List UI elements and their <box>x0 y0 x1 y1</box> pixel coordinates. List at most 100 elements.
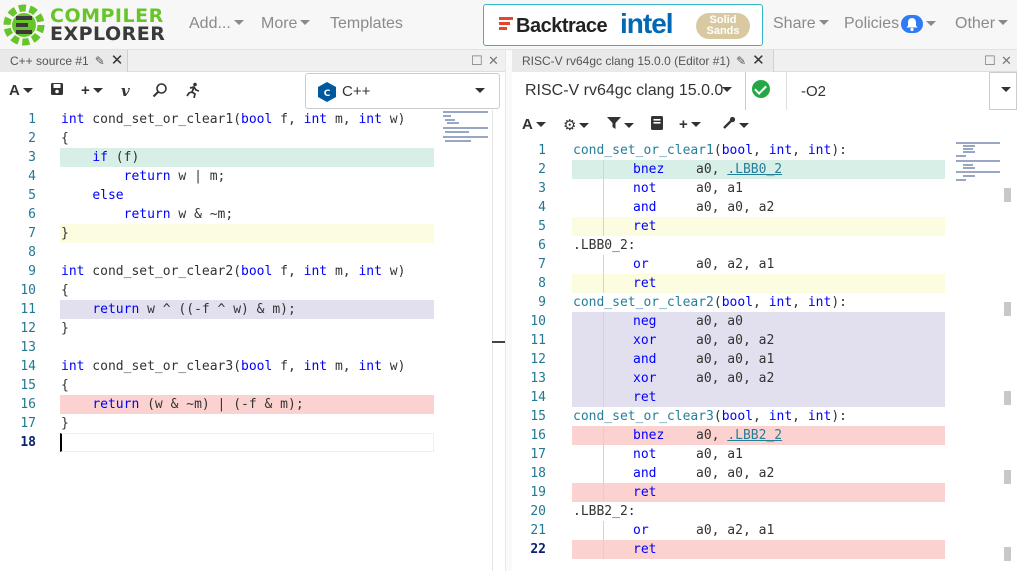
code-line[interactable]: return w | m; <box>61 167 226 186</box>
asm-operands[interactable]: a0, a0, a2 <box>696 369 774 388</box>
code-line[interactable]: int cond_set_or_clear1(bool f, int m, in… <box>61 110 405 129</box>
sponsor-banner[interactable]: Backtrace intel Solid Sands <box>483 4 763 46</box>
asm-operands[interactable]: a0, a2, a1 <box>696 521 774 540</box>
libraries-button[interactable] <box>651 116 663 134</box>
asm-label-link[interactable]: .LBB0_2 <box>727 162 782 177</box>
asm-opcode[interactable]: bnez <box>633 426 664 445</box>
asm-opcode[interactable]: not <box>633 179 656 198</box>
compiler-explorer-logo[interactable]: COMPILER EXPLORER <box>2 3 165 47</box>
code-line[interactable]: int cond_set_or_clear2(bool f, int m, in… <box>61 262 405 281</box>
asm-minimap[interactable] <box>955 141 1003 185</box>
close-icon[interactable]: ✕ <box>752 52 765 69</box>
maximize-icon[interactable]: ☐ <box>984 53 996 69</box>
asm-label[interactable]: cond_set_or_clear2(bool, int, int): <box>573 293 847 312</box>
line-number: 5 <box>28 188 36 203</box>
quickbench-button[interactable] <box>185 82 201 102</box>
code-line[interactable]: } <box>61 319 69 338</box>
asm-scroll-marker <box>1004 302 1011 316</box>
source-minimap[interactable] <box>441 110 491 150</box>
asm-opcode[interactable]: not <box>633 445 656 464</box>
code-line[interactable]: { <box>61 281 69 300</box>
code-line[interactable]: } <box>61 224 69 243</box>
asm-opcode[interactable]: xor <box>633 369 656 388</box>
filters-button[interactable] <box>607 116 634 134</box>
more-menu[interactable]: More <box>261 15 311 33</box>
asm-operands[interactable]: a0, a0, a2 <box>696 331 774 350</box>
compiler-options-input[interactable]: -O2 <box>786 72 989 110</box>
asm-label[interactable]: cond_set_or_clear1(bool, int, int): <box>573 141 847 160</box>
asm-label-link[interactable]: .LBB2_2 <box>727 428 782 443</box>
asm-operands[interactable]: a0, a0, a1 <box>696 350 774 369</box>
asm-operands[interactable]: a0, a0, a2 <box>696 464 774 483</box>
asm-operands[interactable]: a0, a1 <box>696 445 743 464</box>
asm-opcode[interactable]: and <box>633 350 656 369</box>
asm-opcode[interactable]: or <box>633 255 649 274</box>
code-line[interactable]: { <box>61 129 69 148</box>
asm-label[interactable]: cond_set_or_clear3(bool, int, int): <box>573 407 847 426</box>
asm-operands[interactable]: a0, a1 <box>696 179 743 198</box>
compile-ok-icon[interactable] <box>752 80 770 98</box>
pencil-icon[interactable]: ✎ <box>95 54 105 68</box>
code-line[interactable]: return w & ~m; <box>61 205 234 224</box>
language-select[interactable]: C C++ <box>305 73 500 109</box>
asm-line-number: 14 <box>530 390 546 405</box>
pencil-icon[interactable]: ✎ <box>736 54 746 68</box>
asm-opcode[interactable]: neg <box>633 312 656 331</box>
asm-operands[interactable]: a0, .LBB0_2 <box>696 160 782 179</box>
code-line[interactable]: else <box>61 186 123 205</box>
compiler-options-value: -O2 <box>801 83 827 100</box>
add-tool-button[interactable]: + <box>679 116 701 133</box>
code-line[interactable]: { <box>61 376 69 395</box>
add-menu[interactable]: Add... <box>189 15 244 33</box>
asm-label[interactable]: .LBB2_2: <box>573 502 636 521</box>
templates-link[interactable]: Templates <box>330 15 403 33</box>
options-dropdown-button[interactable] <box>989 72 1017 110</box>
assembly-output[interactable]: 1 cond_set_or_clear1(bool, int, int): 2 bne… <box>512 141 1017 571</box>
tab-compiler-output[interactable]: RISC-V rv64gc clang 15.0.0 (Editor #1) ✎ ✕ <box>512 50 774 72</box>
compiler-select[interactable]: RISC-V rv64gc clang 15.0.0 <box>512 72 746 110</box>
close-icon[interactable]: ✕ <box>111 52 124 69</box>
asm-opcode[interactable]: xor <box>633 331 656 350</box>
asm-operands[interactable]: a0, a0 <box>696 312 743 331</box>
code-line[interactable]: } <box>61 414 69 433</box>
save-button[interactable] <box>50 82 64 100</box>
asm-operands[interactable]: a0, .LBB2_2 <box>696 426 782 445</box>
tab-cpp-source[interactable]: C++ source #1 ✎ ✕ <box>0 50 128 72</box>
asm-opcode[interactable]: or <box>633 521 649 540</box>
asm-label[interactable]: .LBB0_2: <box>573 236 636 255</box>
asm-opcode[interactable]: ret <box>633 274 656 293</box>
asm-line-number: 20 <box>530 504 546 519</box>
asm-opcode[interactable]: and <box>633 198 656 217</box>
asm-opcode[interactable]: bnez <box>633 160 664 179</box>
asm-opcode[interactable]: ret <box>633 540 656 559</box>
source-editor[interactable]: 1 int cond_set_or_clear1(bool f, int m, i… <box>0 110 492 571</box>
top-navbar: COMPILER EXPLORER Add... More Templates … <box>0 0 1017 50</box>
code-line[interactable]: return (w & ~m) | (-f & m); <box>61 395 303 414</box>
share-menu[interactable]: Share <box>773 15 829 33</box>
asm-opcode[interactable]: ret <box>633 388 656 407</box>
close-pane-icon[interactable]: ✕ <box>1001 53 1012 69</box>
code-line[interactable]: return w ^ ((-f ^ w) & m); <box>61 300 296 319</box>
asm-opcode[interactable]: ret <box>633 483 656 502</box>
other-menu-label: Other <box>955 15 996 32</box>
vim-mode-button[interactable]: v <box>121 82 130 100</box>
close-pane-icon[interactable]: ✕ <box>488 53 499 69</box>
cppinsights-button[interactable] <box>152 82 168 102</box>
asm-opcode[interactable]: and <box>633 464 656 483</box>
tools-button[interactable] <box>722 116 749 134</box>
font-size-button[interactable]: A <box>9 82 33 99</box>
asm-operands[interactable]: a0, a0, a2 <box>696 198 774 217</box>
asm-operands[interactable]: a0, a2, a1 <box>696 255 774 274</box>
asm-opcode[interactable]: ret <box>633 217 656 236</box>
policies-menu[interactable]: Policies <box>844 15 937 33</box>
asm-font-size-button[interactable]: A <box>522 116 546 133</box>
line-number: 13 <box>20 340 36 355</box>
line-highlight <box>60 224 434 243</box>
other-menu[interactable]: Other <box>955 15 1009 33</box>
maximize-icon[interactable]: ☐ <box>471 53 483 69</box>
add-new-button[interactable]: + <box>81 82 103 99</box>
output-options-button[interactable]: ⚙ <box>563 116 590 134</box>
line-number: 12 <box>20 321 36 336</box>
code-line[interactable]: int cond_set_or_clear3(bool f, int m, in… <box>61 357 405 376</box>
code-line[interactable]: if (f) <box>61 148 139 167</box>
